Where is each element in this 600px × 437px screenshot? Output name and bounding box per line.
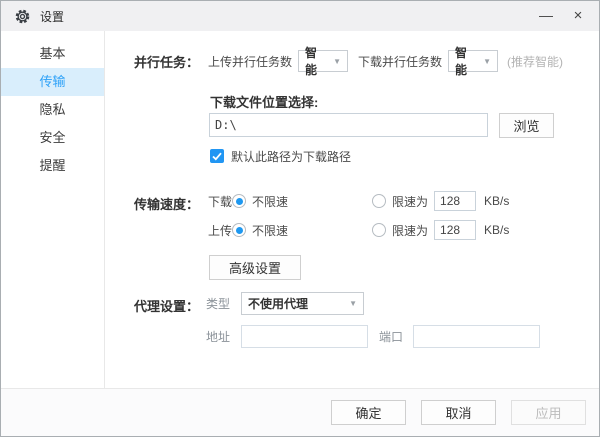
window-title: 设置	[40, 8, 64, 25]
sidebar-item-reminder[interactable]: 提醒	[1, 152, 104, 180]
parallel-section-label: 并行任务：	[134, 52, 199, 71]
settings-window: 设置 — × 基本 传输 隐私 安全 提醒 并行任务： 上传并行任务数 智能 ▼…	[0, 0, 600, 437]
chevron-down-icon: ▼	[343, 299, 357, 308]
titlebar: 设置 — ×	[1, 1, 599, 31]
check-icon	[212, 152, 222, 161]
speed-section-label: 传输速度：	[134, 194, 199, 213]
close-button[interactable]: ×	[563, 1, 593, 29]
sidebar-item-transfer[interactable]: 传输	[1, 68, 104, 96]
download-unlimited-label: 不限速	[252, 193, 372, 210]
download-unlimited-radio[interactable]	[232, 194, 246, 208]
minimize-button[interactable]: —	[531, 1, 561, 29]
proxy-type-row: 类型 不使用代理 ▼	[206, 292, 364, 315]
download-limit-input[interactable]	[434, 191, 476, 211]
proxy-type-label: 类型	[206, 295, 230, 312]
download-speed-row: 下载 不限速 限速为 KB/s	[208, 191, 509, 211]
proxy-port-input[interactable]	[413, 325, 540, 348]
upload-limited-radio[interactable]	[372, 223, 386, 237]
download-limited-label: 限速为	[392, 193, 428, 210]
chevron-down-icon: ▼	[477, 57, 491, 66]
cancel-button[interactable]: 取消	[421, 400, 496, 425]
chevron-down-icon: ▼	[327, 57, 341, 66]
gear-icon	[14, 8, 31, 25]
upload-speed-row: 上传 不限速 限速为 KB/s	[208, 220, 509, 240]
parallel-hint: (推荐智能)	[507, 53, 563, 70]
browse-button[interactable]: 浏览	[499, 113, 554, 138]
upload-limited-label: 限速为	[392, 222, 428, 239]
sidebar-item-security[interactable]: 安全	[1, 124, 104, 152]
proxy-address-row: 地址 端口	[206, 325, 540, 348]
download-unit-label: KB/s	[484, 194, 509, 208]
default-path-label: 默认此路径为下载路径	[231, 148, 351, 165]
apply-button[interactable]: 应用	[511, 400, 586, 425]
upload-unlimited-radio[interactable]	[232, 223, 246, 237]
upload-limit-input[interactable]	[434, 220, 476, 240]
upload-parallel-select[interactable]: 智能 ▼	[298, 50, 348, 72]
download-path-input[interactable]	[209, 113, 488, 137]
default-path-checkbox[interactable]	[210, 149, 224, 163]
upload-unit-label: KB/s	[484, 223, 509, 237]
download-parallel-select[interactable]: 智能 ▼	[448, 50, 498, 72]
download-speed-label: 下载	[208, 193, 232, 210]
download-limited-radio[interactable]	[372, 194, 386, 208]
proxy-type-select[interactable]: 不使用代理 ▼	[241, 292, 364, 315]
sidebar-item-privacy[interactable]: 隐私	[1, 96, 104, 124]
parallel-tasks-row: 上传并行任务数 智能 ▼ 下载并行任务数 智能 ▼ (推荐智能)	[208, 49, 563, 73]
proxy-port-label: 端口	[379, 328, 403, 345]
default-path-row: 默认此路径为下载路径	[210, 148, 351, 164]
advanced-settings-button[interactable]: 高级设置	[209, 255, 301, 280]
sidebar-item-basic[interactable]: 基本	[1, 40, 104, 68]
proxy-address-input[interactable]	[241, 325, 368, 348]
sidebar: 基本 传输 隐私 安全 提醒	[1, 31, 105, 388]
download-parallel-label: 下载并行任务数	[358, 53, 442, 70]
ok-button[interactable]: 确定	[331, 400, 406, 425]
upload-parallel-label: 上传并行任务数	[208, 53, 292, 70]
proxy-address-label: 地址	[206, 328, 230, 345]
footer: 确定 取消 应用	[1, 388, 599, 437]
upload-unlimited-label: 不限速	[252, 222, 372, 239]
download-location-label: 下载文件位置选择:	[210, 92, 318, 111]
proxy-section-label: 代理设置：	[134, 296, 199, 315]
upload-speed-label: 上传	[208, 222, 232, 239]
